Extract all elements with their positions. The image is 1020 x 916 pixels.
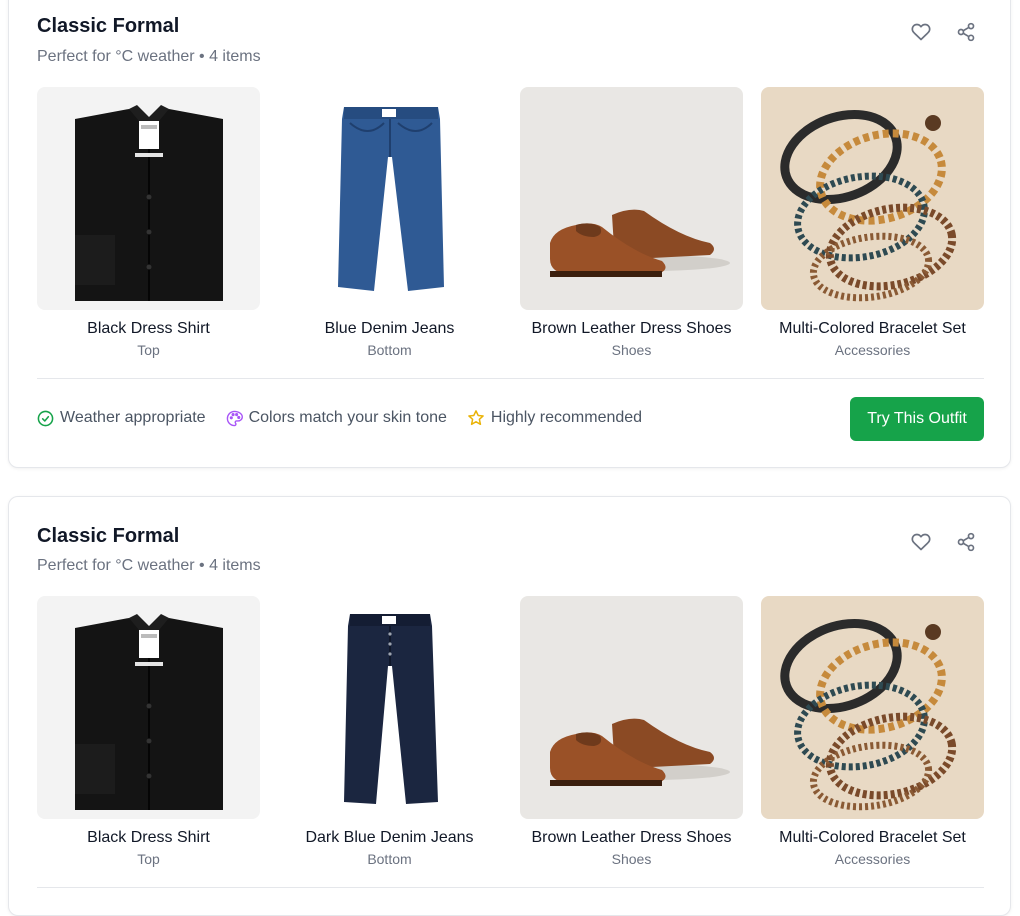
feature-weather: Weather appropriate bbox=[37, 409, 206, 427]
item-category: Shoes bbox=[611, 342, 652, 358]
item-category: Shoes bbox=[611, 851, 652, 867]
black-dress-shirt-image bbox=[37, 87, 260, 310]
outfit-title: Classic Formal bbox=[37, 15, 180, 37]
feature-recommended: Highly recommended bbox=[467, 409, 642, 427]
feature-label: Highly recommended bbox=[490, 409, 643, 426]
outfit-items: Black Dress Shirt Top Dark Blue Denim Je… bbox=[37, 596, 984, 876]
item-category: Top bbox=[137, 851, 160, 867]
outfit-item[interactable]: Brown Leather Dress Shoes Shoes bbox=[520, 596, 743, 867]
check-circle-icon bbox=[37, 410, 54, 426]
share-button[interactable] bbox=[951, 527, 981, 557]
item-name: Multi-Colored Bracelet Set bbox=[779, 829, 966, 846]
star-icon bbox=[468, 410, 484, 426]
heart-icon bbox=[911, 533, 931, 551]
brown-leather-shoes-image bbox=[520, 87, 743, 310]
outfit-card: Classic Formal Perfect for °C weather • … bbox=[8, 0, 1011, 468]
outfit-item[interactable]: Multi-Colored Bracelet Set Accessories bbox=[761, 596, 984, 867]
outfit-features: Weather appropriate Colors match your sk… bbox=[37, 409, 642, 427]
item-name: Black Dress Shirt bbox=[87, 320, 210, 337]
outfit-item[interactable]: Multi-Colored Bracelet Set Accessories bbox=[761, 87, 984, 358]
feature-label: Colors match your skin tone bbox=[248, 409, 447, 426]
outfit-subtitle: Perfect for °C weather • 4 items bbox=[37, 557, 261, 574]
item-category: Bottom bbox=[367, 851, 412, 867]
share-icon bbox=[957, 532, 975, 552]
item-category: Accessories bbox=[834, 342, 911, 358]
black-dress-shirt-image bbox=[37, 596, 260, 819]
outfit-item[interactable]: Black Dress Shirt Top bbox=[37, 87, 260, 358]
outfit-title: Classic Formal bbox=[37, 525, 180, 547]
try-outfit-button[interactable]: Try This Outfit bbox=[850, 397, 984, 441]
outfit-items: Black Dress Shirt Top Blue Denim Jeans B… bbox=[37, 87, 984, 367]
share-icon bbox=[957, 22, 975, 42]
item-name: Multi-Colored Bracelet Set bbox=[779, 320, 966, 337]
feature-label: Weather appropriate bbox=[60, 409, 206, 426]
palette-icon bbox=[226, 410, 243, 426]
outfit-item[interactable]: Brown Leather Dress Shoes Shoes bbox=[520, 87, 743, 358]
item-category: Bottom bbox=[367, 342, 412, 358]
heart-icon bbox=[911, 23, 931, 41]
item-name: Dark Blue Denim Jeans bbox=[305, 829, 474, 846]
outfit-card: Classic Formal Perfect for °C weather • … bbox=[8, 496, 1011, 916]
item-category: Accessories bbox=[834, 851, 911, 867]
item-name: Black Dress Shirt bbox=[87, 829, 210, 846]
outfit-item[interactable]: Blue Denim Jeans Bottom bbox=[278, 87, 501, 358]
item-name: Blue Denim Jeans bbox=[324, 320, 455, 337]
bracelet-set-image bbox=[761, 87, 984, 310]
outfit-item[interactable]: Dark Blue Denim Jeans Bottom bbox=[278, 596, 501, 867]
blue-denim-jeans-image bbox=[278, 87, 501, 310]
divider bbox=[37, 378, 984, 379]
outfit-item[interactable]: Black Dress Shirt Top bbox=[37, 596, 260, 867]
favorite-button[interactable] bbox=[906, 527, 936, 557]
outfit-subtitle: Perfect for °C weather • 4 items bbox=[37, 48, 261, 65]
divider bbox=[37, 887, 984, 888]
brown-leather-shoes-image bbox=[520, 596, 743, 819]
item-name: Brown Leather Dress Shoes bbox=[531, 829, 732, 846]
item-name: Brown Leather Dress Shoes bbox=[531, 320, 732, 337]
feature-colors: Colors match your skin tone bbox=[226, 409, 447, 427]
item-category: Top bbox=[137, 342, 160, 358]
bracelet-set-image bbox=[761, 596, 984, 819]
dark-blue-denim-jeans-image bbox=[278, 596, 501, 819]
share-button[interactable] bbox=[951, 17, 981, 47]
favorite-button[interactable] bbox=[906, 17, 936, 47]
